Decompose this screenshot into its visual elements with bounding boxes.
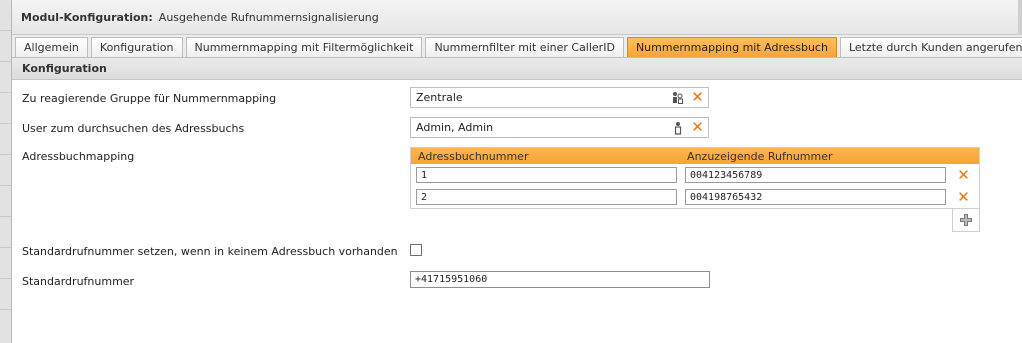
tab-nummernmapping-adressbuch[interactable]: Nummernmapping mit Adressbuch bbox=[626, 37, 837, 57]
add-plus-icon bbox=[960, 214, 972, 226]
user-field[interactable]: Admin, Admin ✕ bbox=[410, 117, 709, 138]
row-remove-icon[interactable]: ✕ bbox=[956, 189, 971, 206]
titlebar-edge bbox=[1018, 0, 1022, 35]
group-remove-icon[interactable]: ✕ bbox=[690, 89, 705, 106]
user-icon[interactable] bbox=[670, 119, 685, 136]
mapping-row: 1 004123456789 ✕ bbox=[411, 164, 979, 186]
mapping-table-header: Adressbuchnummer Anzuzeigende Rufnummer bbox=[411, 148, 979, 164]
window-subtitle: Ausgehende Rufnummernsignalisierung bbox=[158, 10, 379, 24]
section-header: Konfiguration bbox=[12, 58, 1022, 80]
group-field[interactable]: Zentrale ✕ bbox=[410, 87, 709, 108]
user-label: User zum durchsuchen des Adressbuchs bbox=[22, 122, 245, 135]
add-row-button[interactable] bbox=[952, 209, 980, 232]
window-titlebar: Modul-Konfiguration: Ausgehende Rufnumme… bbox=[12, 0, 1022, 35]
user-remove-icon[interactable]: ✕ bbox=[690, 119, 705, 136]
standard-checkbox[interactable] bbox=[410, 244, 422, 256]
adressbuchnummer-input[interactable]: 2 bbox=[416, 189, 677, 205]
column-header-adressbuchnummer: Adressbuchnummer bbox=[418, 149, 529, 163]
window-title: Modul-Konfiguration: bbox=[21, 10, 153, 24]
standard-checkbox-label: Standardrufnummer setzen, wenn in keinem… bbox=[22, 245, 398, 258]
mapping-table: Adressbuchnummer Anzuzeigende Rufnummer … bbox=[410, 147, 980, 232]
tab-bar: Allgemein Konfiguration Nummernmapping m… bbox=[12, 35, 1022, 58]
tab-allgemein[interactable]: Allgemein bbox=[15, 37, 88, 57]
standard-number-input[interactable]: +41715951060 bbox=[410, 271, 710, 288]
group-value: Zentrale bbox=[416, 91, 463, 104]
left-rail bbox=[0, 0, 12, 343]
mapping-label: Adressbuchmapping bbox=[22, 150, 135, 163]
tab-nummernmapping-filter[interactable]: Nummernmapping mit Filtermöglichkeit bbox=[185, 37, 423, 57]
group-label: Zu reagierende Gruppe für Nummernmapping bbox=[22, 92, 277, 105]
user-value: Admin, Admin bbox=[416, 121, 494, 134]
rufnummer-input[interactable]: 004198765432 bbox=[685, 189, 946, 205]
tab-letzte-angerufen[interactable]: Letzte durch Kunden angerufen bbox=[839, 37, 1022, 57]
group-user-icon[interactable] bbox=[670, 89, 685, 106]
standard-number-label: Standardrufnummer bbox=[22, 275, 135, 288]
column-header-rufnummer: Anzuzeigende Rufnummer bbox=[687, 149, 833, 163]
tab-nummernfilter-callerid[interactable]: Nummernfilter mit einer CallerID bbox=[425, 37, 624, 57]
adressbuchnummer-input[interactable]: 1 bbox=[416, 167, 677, 183]
mapping-row: 2 004198765432 ✕ bbox=[411, 186, 979, 208]
row-remove-icon[interactable]: ✕ bbox=[956, 167, 971, 184]
tab-konfiguration[interactable]: Konfiguration bbox=[90, 37, 183, 57]
rufnummer-input[interactable]: 004123456789 bbox=[685, 167, 946, 183]
